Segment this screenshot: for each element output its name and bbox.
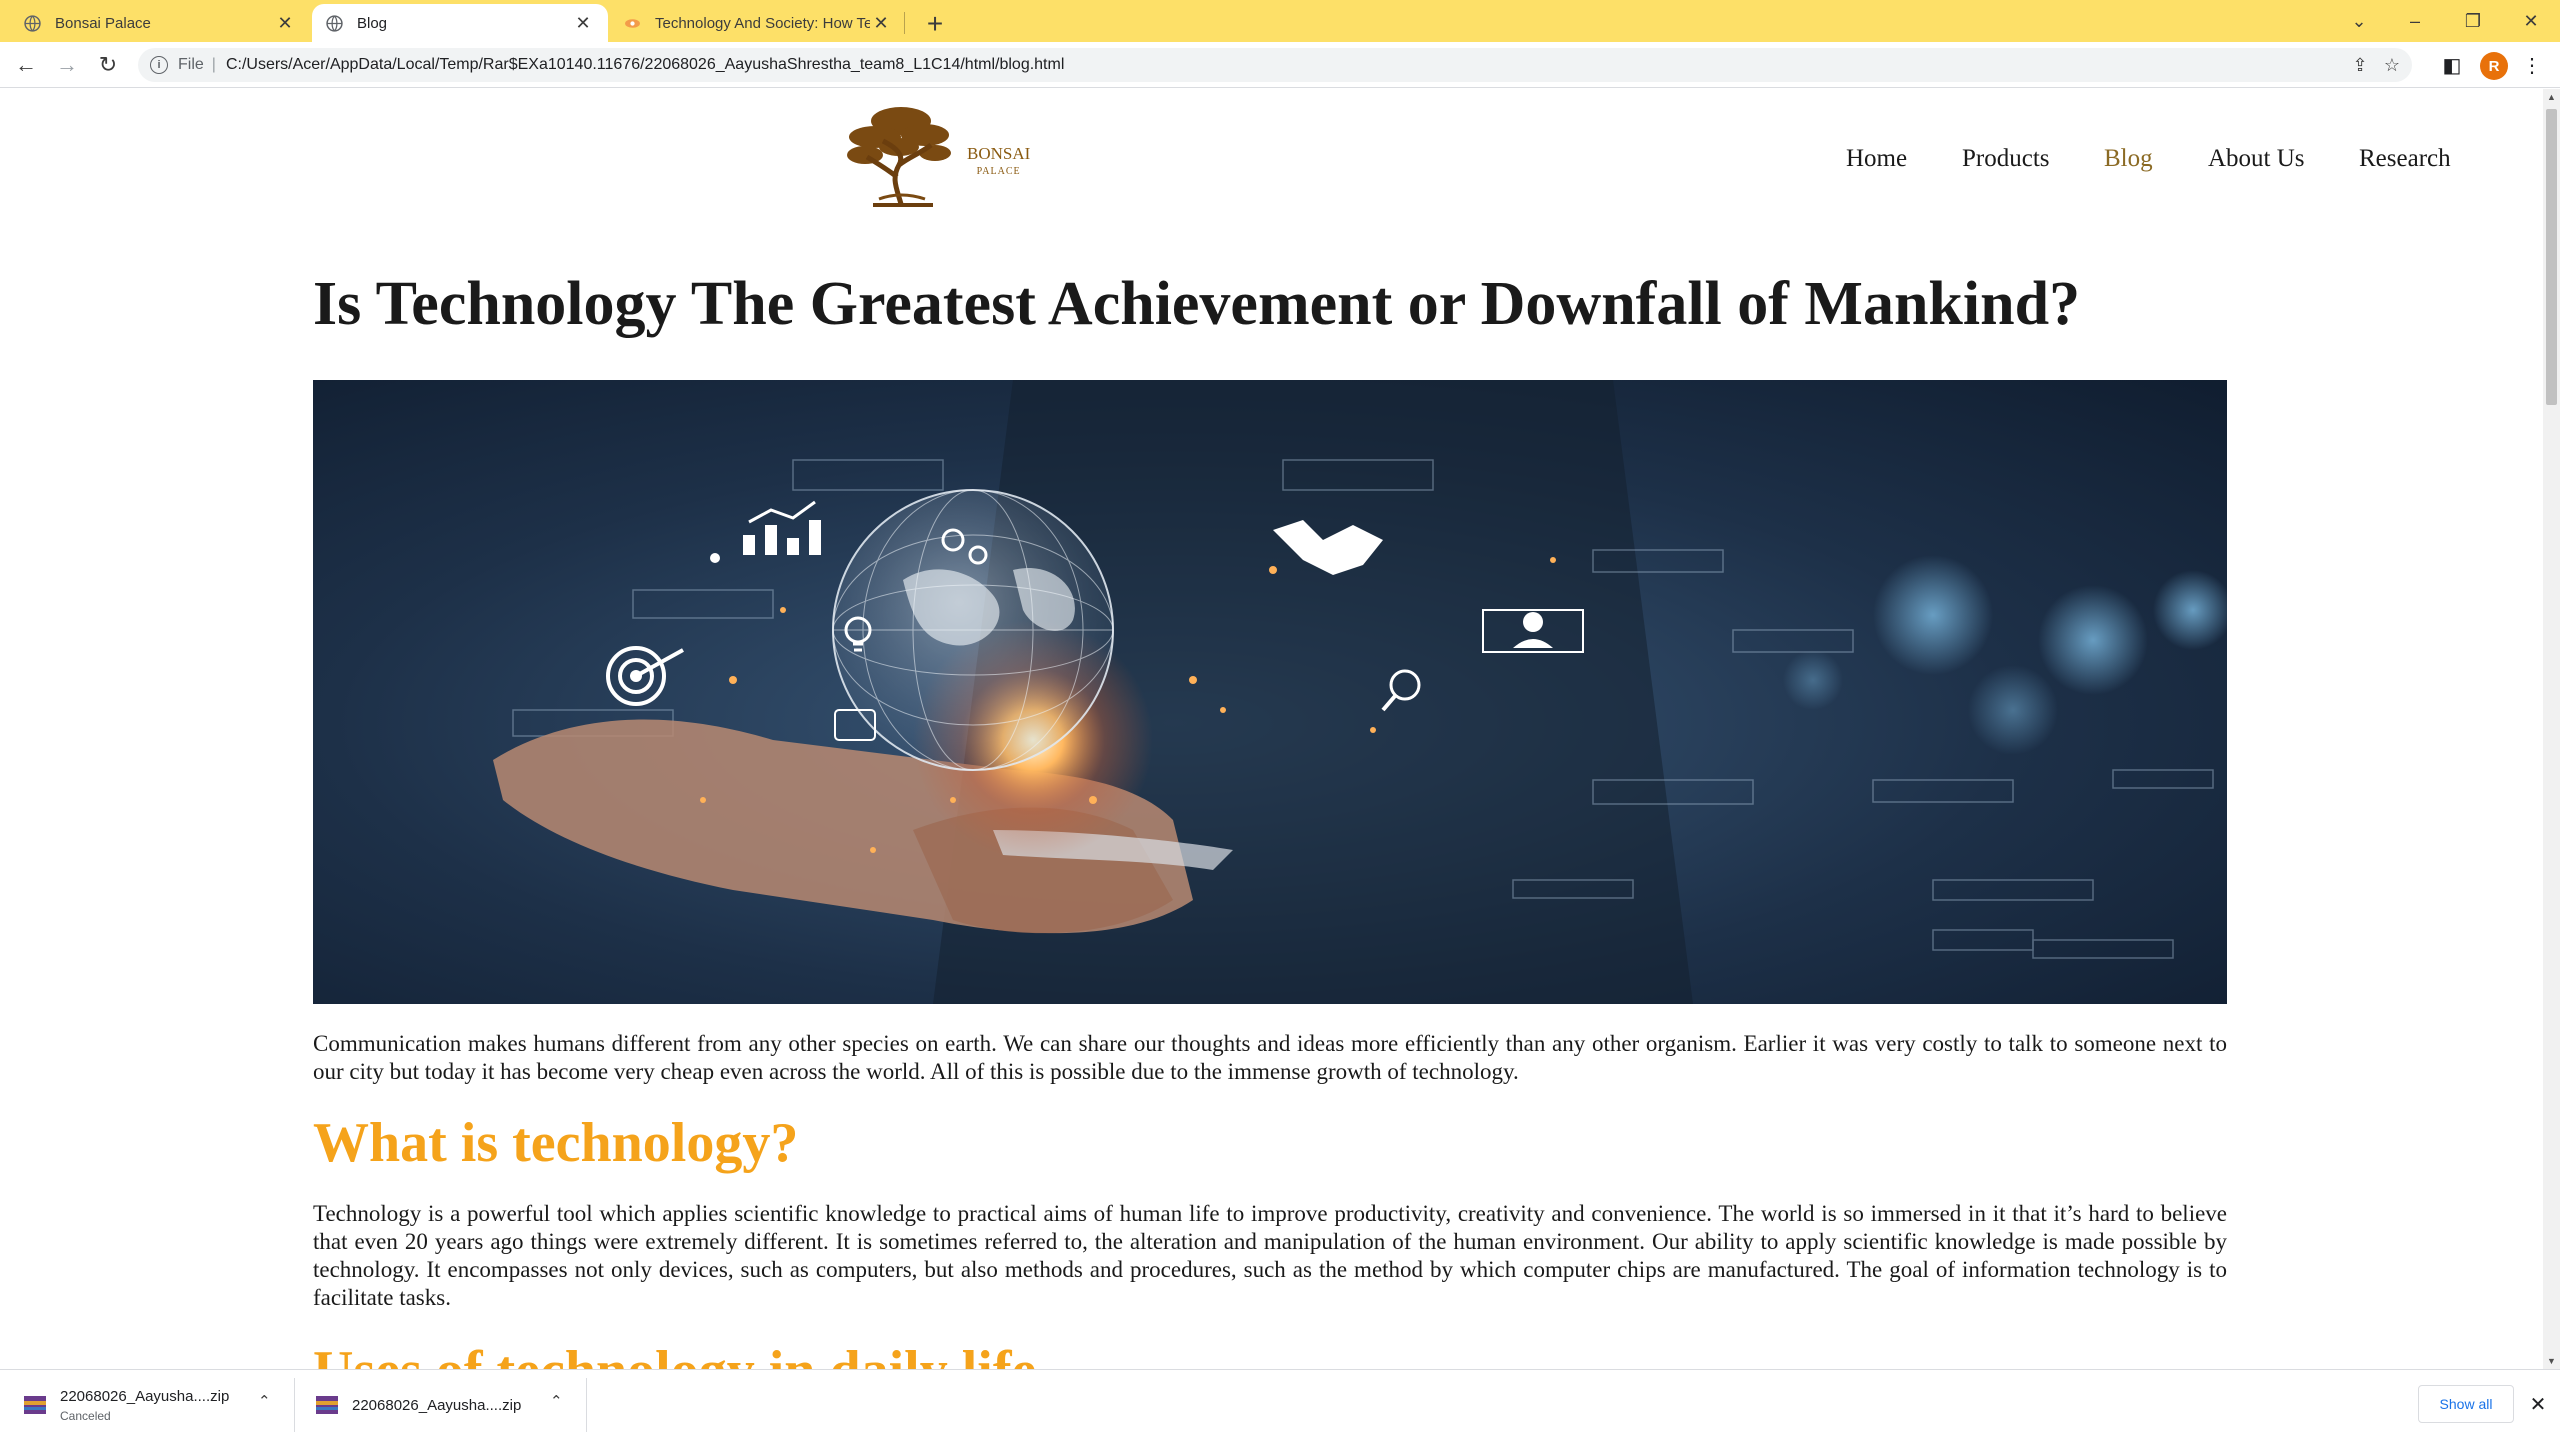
url-divider: | bbox=[211, 56, 216, 73]
tab-separator bbox=[904, 12, 905, 34]
logo-name: BONSAI bbox=[967, 144, 1031, 163]
back-icon[interactable]: ← bbox=[10, 50, 42, 80]
tab-bonsai-palace[interactable]: Bonsai Palace ✕ bbox=[0, 4, 310, 42]
close-tab-icon[interactable]: ✕ bbox=[274, 12, 296, 34]
download-separator bbox=[294, 1378, 295, 1432]
close-tab-icon[interactable]: ✕ bbox=[870, 12, 892, 34]
scroll-up-icon[interactable]: ▲ bbox=[2543, 89, 2560, 105]
tab-technology-and-society[interactable]: Technology And Society: How Te ✕ bbox=[610, 4, 906, 42]
share-icon[interactable]: ⇪ bbox=[2344, 48, 2376, 82]
close-window-icon[interactable]: ✕ bbox=[2502, 0, 2560, 42]
profile-avatar[interactable]: R bbox=[2480, 52, 2508, 80]
show-all-button[interactable]: Show all bbox=[2418, 1385, 2514, 1423]
scrollbar-thumb[interactable] bbox=[2546, 109, 2557, 405]
archive-file-icon bbox=[316, 1396, 338, 1414]
archive-file-icon bbox=[24, 1396, 46, 1414]
url-scheme: File bbox=[178, 56, 204, 73]
site-favicon-icon bbox=[625, 18, 640, 28]
close-download-bar-icon[interactable]: ✕ bbox=[2526, 1390, 2550, 1418]
forward-icon[interactable]: → bbox=[51, 50, 83, 80]
scroll-down-icon[interactable]: ▼ bbox=[2543, 1353, 2560, 1369]
tab-title: Blog bbox=[357, 14, 388, 32]
globe-icon bbox=[24, 14, 41, 32]
chevron-up-icon[interactable]: ⌃ bbox=[258, 1392, 271, 1410]
nav-about-us[interactable]: About Us bbox=[2208, 145, 2305, 173]
download-bar: 22068026_Aayusha....zip Canceled ⌃ 22068… bbox=[0, 1369, 2560, 1440]
nav-blog[interactable]: Blog bbox=[2104, 145, 2153, 173]
technology-globe-illustration bbox=[313, 380, 2227, 1004]
download-status: Canceled bbox=[60, 1408, 111, 1423]
download-filename: 22068026_Aayusha....zip bbox=[60, 1387, 230, 1405]
article-title: Is Technology The Greatest Achievement o… bbox=[313, 270, 2081, 338]
minimize-icon[interactable]: – bbox=[2386, 0, 2444, 42]
intro-paragraph: Communication makes humans different fro… bbox=[313, 1031, 2227, 1084]
browser-toolbar: ← → ↻ i File | C:/Users/Acer/AppData/Loc… bbox=[0, 42, 2560, 88]
logo-text: BONSAI PALACE bbox=[967, 145, 1030, 181]
nav-home[interactable]: Home bbox=[1846, 145, 1907, 173]
tab-blog[interactable]: Blog ✕ bbox=[312, 4, 608, 42]
download-separator bbox=[586, 1378, 587, 1432]
globe-icon bbox=[326, 14, 343, 32]
logo-subtitle: PALACE bbox=[976, 166, 1021, 177]
url-text[interactable]: C:/Users/Acer/AppData/Local/Temp/Rar$EXa… bbox=[226, 56, 1064, 74]
heading-what-is-technology: What is technology? bbox=[313, 1112, 799, 1174]
tab-search-icon[interactable]: ⌄ bbox=[2330, 0, 2388, 42]
download-item[interactable]: 22068026_Aayusha....zip Canceled ⌃ bbox=[24, 1370, 284, 1440]
tab-title: Bonsai Palace bbox=[55, 14, 151, 32]
heading-uses-of-technology: Uses of technology in daily life bbox=[313, 1339, 1036, 1369]
tab-strip: Bonsai Palace ✕ Blog ✕ Technology And So… bbox=[0, 0, 2560, 42]
nav-research[interactable]: Research bbox=[2359, 145, 2451, 173]
close-tab-icon[interactable]: ✕ bbox=[572, 12, 594, 34]
side-panel-icon[interactable]: ◧ bbox=[2436, 50, 2468, 80]
new-tab-icon[interactable]: + bbox=[918, 7, 952, 41]
info-icon[interactable]: i bbox=[150, 56, 168, 74]
reload-icon[interactable]: ↻ bbox=[92, 50, 124, 80]
address-bar[interactable]: i File | C:/Users/Acer/AppData/Local/Tem… bbox=[138, 48, 2412, 82]
tab-title: Technology And Society: How Te bbox=[655, 14, 870, 32]
bonsai-tree-icon bbox=[847, 107, 951, 207]
bookmark-star-icon[interactable]: ☆ bbox=[2376, 48, 2408, 82]
download-filename: 22068026_Aayusha....zip bbox=[352, 1396, 522, 1414]
what-is-technology-paragraph: Technology is a powerful tool which appl… bbox=[313, 1201, 2227, 1310]
hero-image bbox=[313, 380, 2227, 1004]
restore-icon[interactable]: ❐ bbox=[2444, 0, 2502, 42]
menu-icon[interactable]: ⋮ bbox=[2516, 50, 2548, 80]
nav-products[interactable]: Products bbox=[1962, 145, 2050, 173]
page-scrollbar[interactable]: ▲ ▼ bbox=[2543, 89, 2560, 1369]
chevron-up-icon[interactable]: ⌃ bbox=[550, 1392, 563, 1410]
site-logo[interactable]: BONSAI PALACE bbox=[843, 99, 1033, 209]
page-viewport: BONSAI PALACE Home Products Blog About U… bbox=[0, 89, 2543, 1369]
download-item[interactable]: 22068026_Aayusha....zip ⌃ bbox=[316, 1370, 576, 1440]
